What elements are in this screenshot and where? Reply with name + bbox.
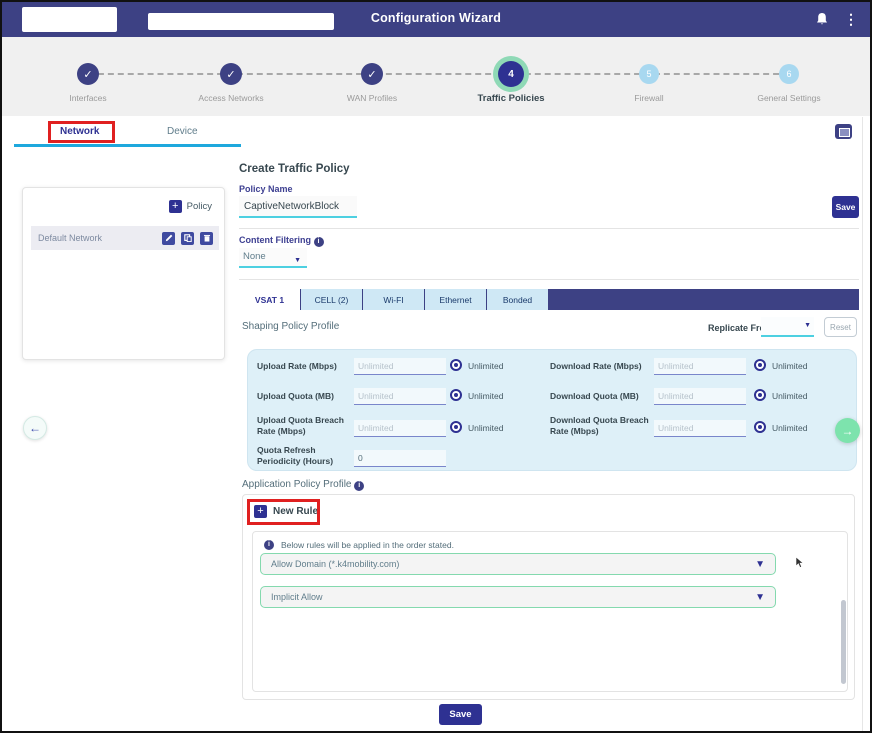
upload-breach-unlimited-radio[interactable] <box>450 421 462 433</box>
replicate-from-select[interactable]: ▼ <box>761 317 814 337</box>
policy-item-label: Default Network <box>38 233 162 243</box>
unlimited-label: Unlimited <box>468 361 503 371</box>
step-firewall[interactable]: 5 <box>639 64 659 84</box>
step-traffic-policies[interactable]: 4 <box>498 61 524 87</box>
page-title: Configuration Wizard <box>2 11 870 25</box>
quota-refresh-input[interactable] <box>354 450 446 467</box>
policy-list-panel: + Policy Default Network <box>22 187 225 360</box>
mouse-cursor-icon <box>794 556 806 575</box>
wizard-stepper: ✓ ✓ ✓ 4 5 6 Interfaces Access Networks W… <box>2 37 870 116</box>
download-breach-unlimited-radio[interactable] <box>754 421 766 433</box>
chevron-down-icon: ▼ <box>755 587 765 608</box>
upload-rate-label: Upload Rate (Mbps) <box>257 361 352 372</box>
tab-bonded[interactable]: Bonded <box>487 289 549 310</box>
content-right-edge <box>862 117 863 731</box>
stepper-connector <box>88 73 789 75</box>
divider <box>239 279 859 280</box>
next-arrow-button[interactable]: → <box>835 418 860 443</box>
download-rate-unlimited-radio[interactable] <box>754 359 766 371</box>
chevron-down-icon: ▼ <box>755 554 765 575</box>
upload-rate-unlimited-radio[interactable] <box>450 359 462 371</box>
download-breach-label: Download Quota Breach Rate (Mbps) <box>550 415 650 436</box>
annotation-box-new-rule <box>247 499 320 525</box>
add-policy-button[interactable]: + Policy <box>169 200 212 213</box>
tab-device[interactable]: Device <box>167 126 198 137</box>
content-filtering-value: None <box>243 251 266 262</box>
chevron-down-icon: ▼ <box>804 322 811 329</box>
tab-cell[interactable]: CELL (2) <box>301 289 363 310</box>
rule-label: Allow Domain (*.k4mobility.com) <box>271 559 399 569</box>
delete-icon[interactable] <box>200 232 213 245</box>
rule-dropdown-implicit-allow[interactable]: Implicit Allow ▼ <box>260 586 776 608</box>
content-filtering-select[interactable]: None ▼ <box>239 248 307 268</box>
step-label-general-settings: General Settings <box>734 93 844 103</box>
content-filtering-label: Content Filtering i <box>239 235 324 247</box>
form-title: Create Traffic Policy <box>239 163 350 175</box>
application-profile-title-text: Application Policy Profile <box>242 479 352 490</box>
download-rate-label: Download Rate (Mbps) <box>550 361 650 372</box>
window-expand-icon[interactable] <box>835 124 852 139</box>
plus-icon: + <box>169 200 182 213</box>
previous-step-button[interactable]: ← <box>23 416 47 440</box>
step-general-settings[interactable]: 6 <box>779 64 799 84</box>
configuration-wizard-window: Configuration Wizard ⋮ ✓ ✓ ✓ 4 5 6 Inter… <box>0 0 872 733</box>
reset-button[interactable]: Reset <box>824 317 857 337</box>
unlimited-label: Unlimited <box>772 391 807 401</box>
tab-ethernet[interactable]: Ethernet <box>425 289 487 310</box>
interface-tabbar: VSAT 1 CELL (2) Wi-FI Ethernet Bonded <box>239 289 859 310</box>
content-filtering-label-text: Content Filtering <box>239 235 311 245</box>
step-access-networks[interactable]: ✓ <box>220 63 242 85</box>
step-interfaces[interactable]: ✓ <box>77 63 99 85</box>
rules-scrollbar[interactable] <box>841 600 846 684</box>
policy-list-item-default-network[interactable]: Default Network <box>31 226 219 250</box>
application-profile-title: Application Policy Profile i <box>242 479 364 491</box>
policy-name-input[interactable] <box>239 196 357 218</box>
step-wan-profiles[interactable]: ✓ <box>361 63 383 85</box>
info-icon: i <box>354 481 364 491</box>
unlimited-label: Unlimited <box>772 361 807 371</box>
tab-wifi[interactable]: Wi-FI <box>363 289 425 310</box>
rules-info: i Below rules will be applied in the ord… <box>264 540 454 550</box>
tab-vsat-1[interactable]: VSAT 1 <box>239 289 301 310</box>
unlimited-label: Unlimited <box>468 391 503 401</box>
download-quota-unlimited-radio[interactable] <box>754 389 766 401</box>
step-label-wan-profiles: WAN Profiles <box>317 93 427 103</box>
divider <box>239 228 859 229</box>
step-label-access-networks: Access Networks <box>176 93 286 103</box>
upload-breach-input[interactable] <box>354 420 446 437</box>
upload-quota-input[interactable] <box>354 388 446 405</box>
upload-rate-input[interactable] <box>354 358 446 375</box>
save-button-bottom[interactable]: Save <box>439 704 482 725</box>
unlimited-label: Unlimited <box>772 423 807 433</box>
save-button-top[interactable]: Save <box>832 196 859 218</box>
copy-icon[interactable] <box>181 232 194 245</box>
chevron-down-icon: ▼ <box>294 252 301 270</box>
step-label-traffic-policies: Traffic Policies <box>456 93 566 104</box>
edit-icon[interactable] <box>162 232 175 245</box>
download-quota-input[interactable] <box>654 388 746 405</box>
rules-info-text: Below rules will be applied in the order… <box>281 540 454 550</box>
upload-breach-label: Upload Quota Breach Rate (Mbps) <box>257 415 352 436</box>
rule-dropdown-allow-domain[interactable]: Allow Domain (*.k4mobility.com) ▼ <box>260 553 776 575</box>
info-icon: i <box>264 540 274 550</box>
more-menu-icon[interactable]: ⋮ <box>844 9 858 29</box>
shaping-profile-title: Shaping Policy Profile <box>242 321 339 332</box>
active-tab-indicator <box>14 144 241 147</box>
policy-name-label: Policy Name <box>239 184 293 194</box>
upload-quota-unlimited-radio[interactable] <box>450 389 462 401</box>
info-icon: i <box>314 237 324 247</box>
download-quota-label: Download Quota (MB) <box>550 391 650 402</box>
download-rate-input[interactable] <box>654 358 746 375</box>
unlimited-label: Unlimited <box>468 423 503 433</box>
step-label-firewall: Firewall <box>594 93 704 103</box>
quota-refresh-label: Quota Refresh Periodicity (Hours) <box>257 445 352 466</box>
upload-quota-label: Upload Quota (MB) <box>257 391 352 402</box>
add-policy-label: Policy <box>187 201 212 212</box>
notifications-bell-icon[interactable] <box>814 11 830 27</box>
step-label-interfaces: Interfaces <box>33 93 143 103</box>
app-header: Configuration Wizard ⋮ <box>2 2 870 37</box>
download-breach-input[interactable] <box>654 420 746 437</box>
rule-label: Implicit Allow <box>271 592 323 602</box>
annotation-box-network <box>48 121 115 143</box>
